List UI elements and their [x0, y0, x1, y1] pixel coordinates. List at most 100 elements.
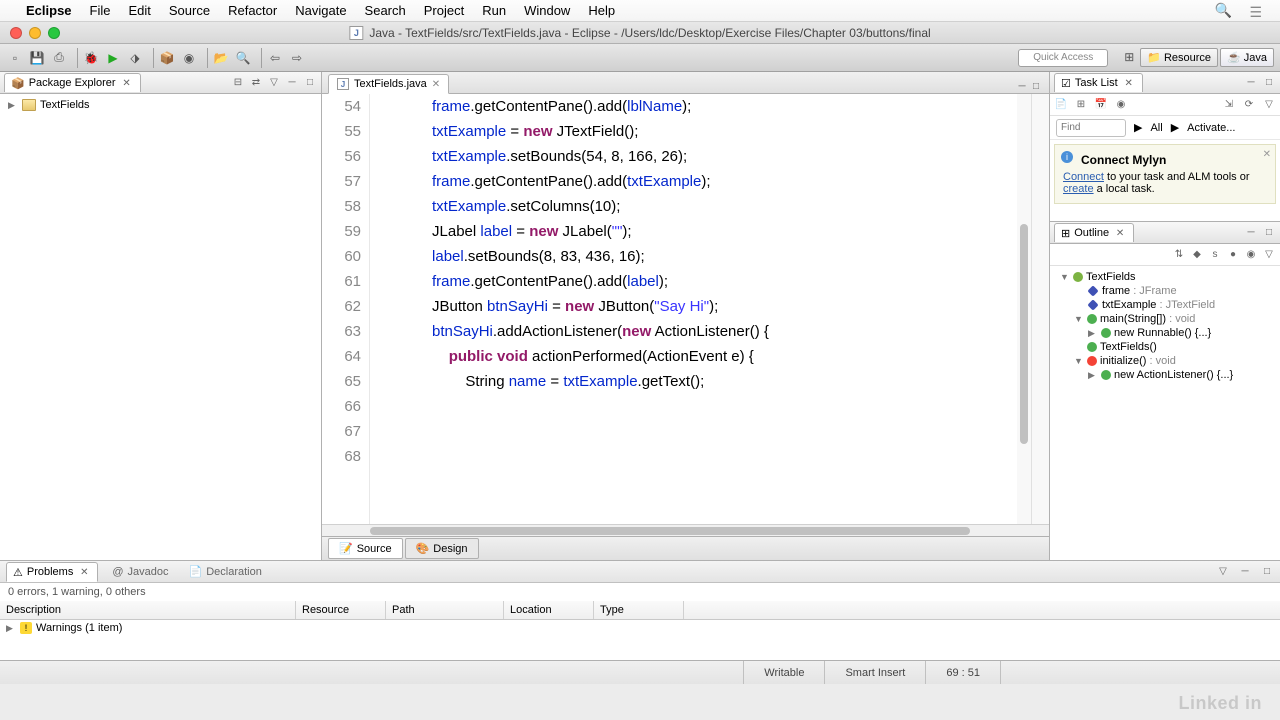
sync-icon[interactable]: ⟳	[1242, 98, 1256, 112]
perspective-java[interactable]: ☕Java	[1220, 48, 1274, 67]
menu-project[interactable]: Project	[424, 3, 464, 18]
menu-navigate[interactable]: Navigate	[295, 3, 346, 18]
outline-item[interactable]: ▶new ActionListener() {...}	[1056, 368, 1274, 382]
view-menu-icon[interactable]: ▽	[267, 76, 281, 90]
nav-back-button[interactable]: ⇦	[266, 49, 284, 67]
table-header[interactable]: Description Resource Path Location Type	[0, 601, 1280, 620]
save-all-button[interactable]: ⎙	[50, 49, 68, 67]
code-content[interactable]: frame.getContentPane().add(lblName); txt…	[370, 94, 1017, 524]
minimize-window-button[interactable]	[29, 27, 41, 39]
categorize-icon[interactable]: ⊞	[1074, 98, 1088, 112]
task-list-tab[interactable]: ☑ Task List ✕	[1054, 73, 1143, 92]
open-perspective-button[interactable]: ⊞	[1120, 48, 1138, 66]
sort-icon[interactable]: ⇅	[1172, 248, 1186, 262]
editor-tab-textfields[interactable]: J TextFields.java ✕	[328, 74, 449, 94]
link-editor-icon[interactable]: ⇄	[249, 76, 263, 90]
minimize-icon[interactable]: ─	[1238, 565, 1252, 579]
nav-arrow-icon[interactable]: ▶	[1134, 121, 1142, 134]
hide-static-icon[interactable]: s	[1208, 248, 1222, 262]
menu-window[interactable]: Window	[524, 3, 570, 18]
source-tab[interactable]: 📝Source	[328, 538, 403, 559]
outline-tree[interactable]: ▼TextFieldsframe : JFrametxtExample : JT…	[1050, 266, 1280, 386]
view-menu-icon[interactable]: ▽	[1216, 565, 1230, 579]
menu-help[interactable]: Help	[588, 3, 615, 18]
new-class-button[interactable]: ◉	[180, 49, 198, 67]
focus-icon[interactable]: ◉	[1114, 98, 1128, 112]
package-explorer-tree[interactable]: ▶ TextFields	[0, 94, 321, 116]
expand-arrow-icon[interactable]: ▶	[6, 623, 16, 634]
project-item[interactable]: ▶ TextFields	[8, 98, 313, 112]
maximize-window-button[interactable]	[48, 27, 60, 39]
minimize-icon[interactable]: ─	[1015, 79, 1029, 93]
quick-access-input[interactable]: Quick Access	[1018, 49, 1108, 67]
hide-fields-icon[interactable]: ◆	[1190, 248, 1204, 262]
horizontal-scrollbar[interactable]	[322, 524, 1049, 536]
overview-ruler[interactable]	[1031, 94, 1049, 524]
minimize-icon[interactable]: ─	[285, 76, 299, 90]
close-icon[interactable]: ✕	[1263, 149, 1271, 160]
run-button[interactable]: ▶	[104, 49, 122, 67]
close-icon[interactable]: ✕	[1122, 76, 1136, 90]
search-button[interactable]: 🔍	[234, 49, 252, 67]
close-icon[interactable]: ✕	[77, 565, 91, 579]
schedule-icon[interactable]: 📅	[1094, 98, 1108, 112]
table-row[interactable]: ▶ ! Warnings (1 item)	[0, 620, 1280, 636]
vertical-scrollbar[interactable]	[1017, 94, 1031, 524]
connect-link[interactable]: Connect	[1063, 171, 1104, 183]
maximize-icon[interactable]: □	[1260, 565, 1274, 579]
maximize-icon[interactable]: □	[303, 76, 317, 90]
outline-item[interactable]: ▼TextFields	[1056, 270, 1274, 284]
expand-arrow-icon[interactable]: ▶	[8, 100, 18, 111]
activate-link[interactable]: Activate...	[1187, 122, 1235, 134]
save-button[interactable]: 💾	[28, 49, 46, 67]
javadoc-tab[interactable]: @Javadoc	[106, 564, 174, 580]
new-task-icon[interactable]: 📄	[1054, 98, 1068, 112]
problems-tab[interactable]: ⚠ Problems ✕	[6, 562, 98, 582]
view-menu-icon[interactable]: ▽	[1262, 98, 1276, 112]
close-window-button[interactable]	[10, 27, 22, 39]
menu-source[interactable]: Source	[169, 3, 210, 18]
menu-search[interactable]: Search	[365, 3, 406, 18]
outline-tab[interactable]: ⊞ Outline ✕	[1054, 223, 1134, 242]
declaration-tab[interactable]: 📄Declaration	[183, 563, 268, 580]
focus-icon[interactable]: ◉	[1244, 248, 1258, 262]
outline-item[interactable]: ▼initialize() : void	[1056, 354, 1274, 368]
outline-item[interactable]: ▼main(String[]) : void	[1056, 312, 1274, 326]
new-button[interactable]: ▫	[6, 49, 24, 67]
maximize-icon[interactable]: □	[1262, 76, 1276, 90]
perspective-resource[interactable]: 📁Resource	[1140, 48, 1218, 67]
open-type-button[interactable]: 📂	[212, 49, 230, 67]
find-input[interactable]	[1056, 119, 1126, 137]
package-explorer-tab[interactable]: 📦 Package Explorer ✕	[4, 73, 141, 92]
nav-arrow-icon[interactable]: ▶	[1171, 121, 1179, 134]
menu-refactor[interactable]: Refactor	[228, 3, 277, 18]
minimize-icon[interactable]: ─	[1244, 226, 1258, 240]
nav-forward-button[interactable]: ⇨	[288, 49, 306, 67]
outline-item[interactable]: TextFields()	[1056, 340, 1274, 354]
coverage-button[interactable]: ⬗	[126, 49, 144, 67]
close-icon[interactable]: ✕	[432, 79, 440, 90]
design-tab[interactable]: 🎨Design	[405, 538, 479, 559]
outline-item[interactable]: txtExample : JTextField	[1056, 298, 1274, 312]
outline-item[interactable]: frame : JFrame	[1056, 284, 1274, 298]
minimize-icon[interactable]: ─	[1244, 76, 1258, 90]
collapse-icon[interactable]: ⇲	[1222, 98, 1236, 112]
close-icon[interactable]: ✕	[1113, 226, 1127, 240]
new-package-button[interactable]: 📦	[158, 49, 176, 67]
maximize-icon[interactable]: □	[1029, 79, 1043, 93]
filter-all[interactable]: All	[1150, 122, 1162, 134]
menu-file[interactable]: File	[90, 3, 111, 18]
maximize-icon[interactable]: □	[1262, 226, 1276, 240]
debug-button[interactable]: 🐞	[82, 49, 100, 67]
close-icon[interactable]: ✕	[120, 76, 134, 90]
spotlight-icon[interactable]: 🔍	[1215, 2, 1232, 19]
collapse-all-icon[interactable]: ⊟	[231, 76, 245, 90]
hide-nonpublic-icon[interactable]: ●	[1226, 248, 1240, 262]
view-menu-icon[interactable]: ▽	[1262, 248, 1276, 262]
menu-extras-icon[interactable]: ☰	[1249, 4, 1262, 21]
menu-edit[interactable]: Edit	[128, 3, 150, 18]
code-editor[interactable]: 545556575859606162636465666768 frame.get…	[322, 94, 1049, 524]
outline-item[interactable]: ▶new Runnable() {...}	[1056, 326, 1274, 340]
create-link[interactable]: create	[1063, 183, 1094, 195]
menu-eclipse[interactable]: Eclipse	[26, 3, 72, 18]
